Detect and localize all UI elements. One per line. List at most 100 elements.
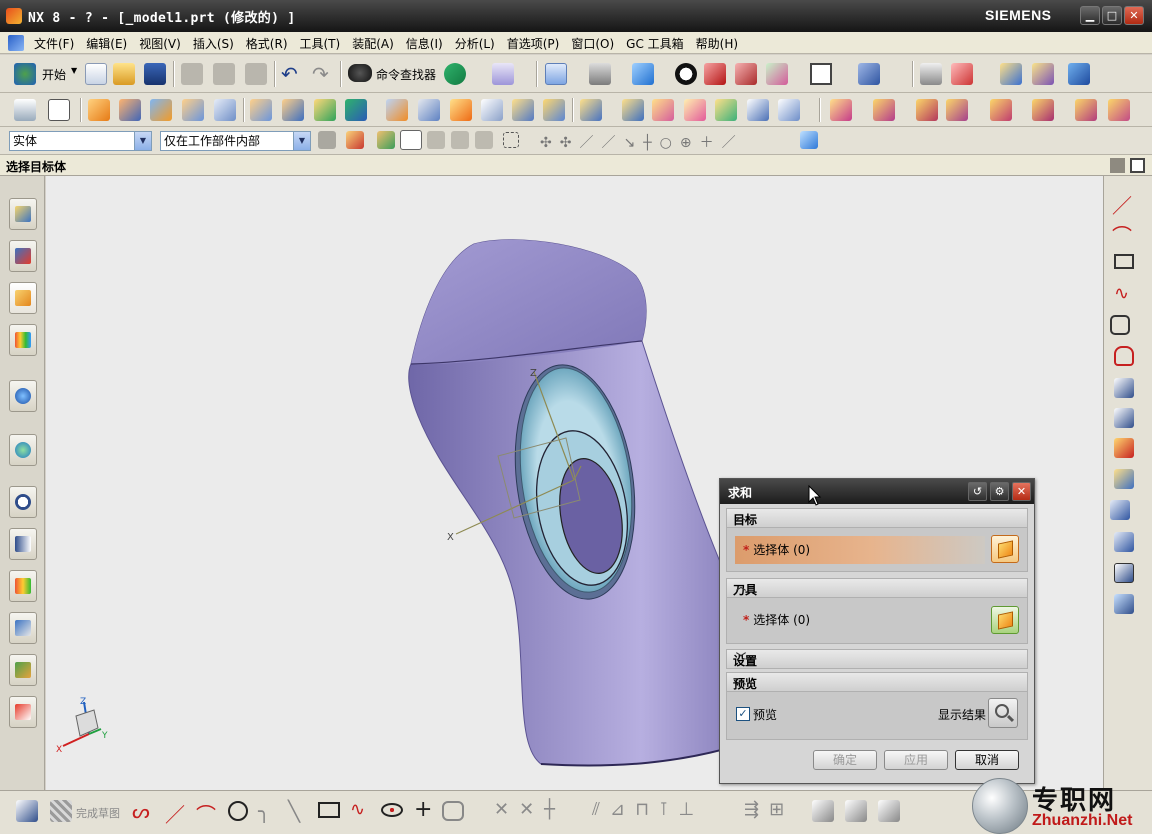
sketch-rectangle-icon[interactable]	[318, 802, 340, 818]
status-toggle-icon[interactable]	[1110, 158, 1125, 173]
rectangle-icon[interactable]	[1114, 254, 1134, 269]
revolve-icon[interactable]	[119, 99, 141, 121]
render-style-icon[interactable]	[675, 63, 697, 85]
tool-group-header[interactable]: 刀具 ︿	[726, 578, 1028, 598]
curve-select-icon[interactable]	[475, 131, 493, 149]
sketch-edit-icons[interactable]: ✕✕┼	[494, 799, 565, 820]
wcs-orient-icon[interactable]	[951, 63, 973, 85]
filter-reset-icon[interactable]	[318, 131, 336, 149]
menu-analysis[interactable]: 分析(L)	[449, 35, 501, 52]
view-orient-icon[interactable]	[589, 63, 611, 85]
start-dropdown-icon[interactable]: ▼	[71, 66, 77, 75]
boss-icon[interactable]	[182, 99, 204, 121]
target-select-body[interactable]: * 选择体 (0)	[735, 536, 985, 564]
new-file-icon[interactable]	[85, 63, 107, 85]
pocket-icon[interactable]	[214, 99, 236, 121]
frame-icon[interactable]	[810, 63, 832, 85]
menu-help[interactable]: 帮助(H)	[690, 35, 744, 52]
intersection-curve-icon[interactable]	[1114, 408, 1134, 428]
sketch-relations-icon[interactable]	[812, 800, 834, 822]
part-navigator-icon[interactable]	[14, 99, 36, 121]
save-icon[interactable]	[144, 63, 166, 85]
curve-offset-icon[interactable]	[1114, 346, 1134, 366]
sketch-dimension-icons[interactable]: ⇶⊞	[744, 799, 794, 820]
bridge-curve-icon[interactable]	[1110, 500, 1130, 520]
undo-icon[interactable]: ↶	[281, 62, 298, 86]
copy-icon[interactable]	[213, 63, 235, 85]
document-icon[interactable]	[8, 35, 24, 51]
history-tab[interactable]	[9, 486, 37, 518]
unite-icon[interactable]	[830, 99, 852, 121]
system-scenes-tab[interactable]	[9, 696, 37, 728]
apply-button[interactable]: 应用	[884, 750, 948, 770]
snap-icon[interactable]	[1000, 63, 1022, 85]
extract-curve-icon[interactable]	[1114, 469, 1134, 489]
studio-spline-icon[interactable]: ∿	[1114, 283, 1129, 304]
menu-file[interactable]: 文件(F)	[28, 35, 80, 52]
slot-icon[interactable]	[282, 99, 304, 121]
sketch-task-icon[interactable]	[16, 800, 38, 822]
shape-icon[interactable]	[444, 63, 466, 85]
menu-assembly[interactable]: 装配(A)	[346, 35, 400, 52]
manufacturing-wizards-tab[interactable]	[9, 612, 37, 644]
assembly-navigator-tab[interactable]	[9, 198, 37, 230]
web-browser-tab[interactable]	[9, 434, 37, 466]
offset-face-icon[interactable]	[580, 99, 602, 121]
binoculars-icon[interactable]	[348, 64, 372, 82]
open-folder-icon[interactable]	[113, 63, 135, 85]
chamfer-icon[interactable]	[418, 99, 440, 121]
close-icon[interactable]: ✕	[1012, 482, 1031, 501]
line-icon[interactable]: ／	[1112, 190, 1132, 219]
finish-sketch-icon[interactable]	[50, 800, 72, 822]
extrude-icon[interactable]	[88, 99, 110, 121]
edge-cube-icon[interactable]	[735, 63, 757, 85]
nx-app-icon[interactable]	[6, 8, 22, 24]
sketch-circle-icon[interactable]	[228, 801, 248, 821]
reuse-library-tab[interactable]	[9, 324, 37, 356]
sketch-arc-icon[interactable]: ⌒	[196, 799, 216, 828]
sketch-polygon-icon[interactable]	[442, 801, 464, 821]
preview-group-header[interactable]: 预览 ︿	[726, 672, 1028, 692]
scope-filter-dropdown[interactable]: 仅在工作部件内部 ▼	[160, 131, 311, 151]
layer-icon[interactable]	[858, 63, 880, 85]
sketch-spline-icon[interactable]: ∿	[350, 799, 365, 820]
part-navigator-tab[interactable]	[9, 282, 37, 314]
intersect-icon[interactable]	[916, 99, 938, 121]
profile-sketch-icon[interactable]: ᔕ	[132, 799, 150, 823]
hd3d-tools-tab[interactable]	[9, 380, 37, 412]
project-curve-icon[interactable]	[1114, 378, 1134, 398]
patch-icon[interactable]	[990, 99, 1012, 121]
dialog-title-bar[interactable]: 求和 ↺ ⚙ ✕	[720, 479, 1034, 504]
body-select-icon[interactable]	[400, 130, 422, 150]
show-result-button[interactable]	[988, 698, 1018, 728]
cut-icon[interactable]	[181, 63, 203, 85]
selection-info-icon[interactable]	[492, 63, 514, 85]
boolean-icon[interactable]	[345, 99, 367, 121]
window-close-button[interactable]: ✕	[1124, 6, 1144, 25]
draft-icon[interactable]	[450, 99, 472, 121]
pad-icon[interactable]	[250, 99, 272, 121]
model-top-cap[interactable]	[411, 239, 647, 365]
subtract-icon[interactable]	[873, 99, 895, 121]
arc-icon[interactable]: ⌒	[1112, 220, 1132, 249]
face-select-icon[interactable]	[451, 131, 469, 149]
start-icon[interactable]	[14, 63, 36, 85]
snap-cube-icon[interactable]	[800, 131, 818, 149]
menu-edit[interactable]: 编辑(E)	[80, 35, 133, 52]
emboss-icon[interactable]	[946, 99, 968, 121]
snap-point-icons[interactable]: ✣✣／／↘┼○⊕＋／	[540, 132, 744, 152]
deselect-icon[interactable]	[377, 131, 395, 149]
sketch-line-icon[interactable]: ／	[165, 799, 185, 828]
menu-view[interactable]: 视图(V)	[133, 35, 187, 52]
redo-icon[interactable]: ↷	[312, 62, 329, 86]
red-cube-icon[interactable]	[704, 63, 726, 85]
view-triad[interactable]: Z X Y	[56, 697, 108, 755]
menu-format[interactable]: 格式(R)	[240, 35, 294, 52]
chevron-up-icon[interactable]: ︿	[733, 580, 749, 596]
animation-icon[interactable]	[1032, 63, 1054, 85]
delete-body-icon[interactable]	[1108, 99, 1130, 121]
chevron-down-icon[interactable]: ▼	[293, 132, 310, 150]
finish-sketch-label[interactable]: 完成草图	[76, 805, 120, 821]
sketch-ellipse-icon[interactable]	[381, 803, 403, 817]
ok-button[interactable]: 确定	[813, 750, 877, 770]
